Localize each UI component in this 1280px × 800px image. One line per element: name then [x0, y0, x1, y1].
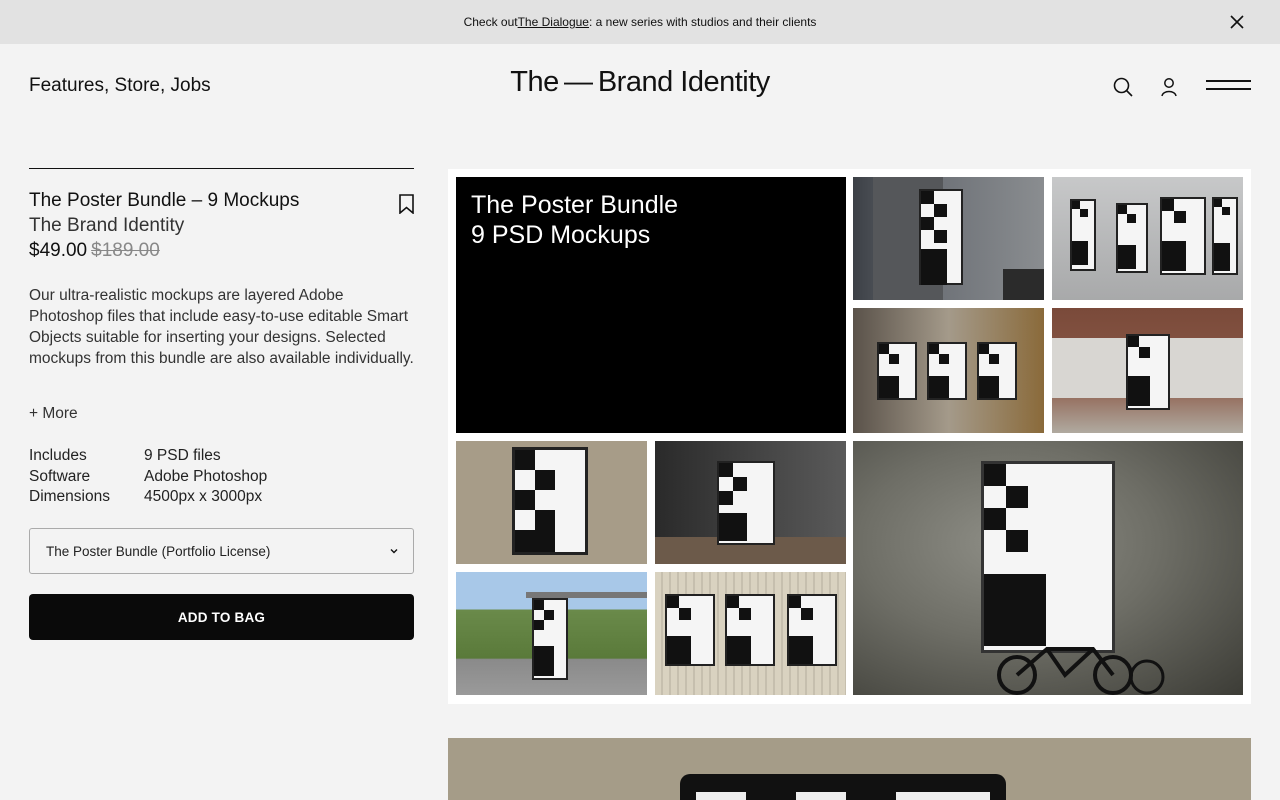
announcement-bar: Check out The Dialogue : a new series wi… [0, 0, 1280, 44]
hero-line-1: The Poster Bundle [471, 191, 679, 219]
mockup-featured-image[interactable] [853, 441, 1243, 695]
spec-row: Includes 9 PSD files [29, 446, 267, 467]
search-icon[interactable] [1112, 76, 1134, 98]
spec-row: Software Adobe Photoshop [29, 467, 267, 488]
spec-value: Adobe Photoshop [144, 467, 268, 485]
mockup-preview-image[interactable] [448, 738, 1251, 800]
spec-row: Dimensions 4500px x 3000px [29, 487, 267, 508]
site-logo[interactable]: The — Brand Identity [0, 66, 1280, 99]
original-price: $189.00 [91, 240, 160, 261]
more-toggle[interactable]: + More [29, 405, 78, 423]
mockup-thumbnail[interactable] [853, 308, 1044, 433]
user-icon[interactable] [1158, 76, 1180, 98]
mockup-thumbnail[interactable] [456, 441, 647, 564]
menu-icon[interactable] [1206, 80, 1251, 94]
mockup-thumbnail[interactable] [655, 572, 846, 695]
hero-line-2: 9 PSD Mockups [471, 221, 651, 249]
mockup-thumbnail[interactable] [1052, 308, 1243, 433]
bicycle-graphic [997, 647, 1165, 695]
license-select[interactable]: The Poster Bundle (Portfolio License) [29, 528, 414, 574]
announcement-prefix: Check out [463, 15, 518, 29]
mockup-thumbnail[interactable] [853, 177, 1044, 300]
product-brand[interactable]: The Brand Identity [29, 215, 184, 237]
add-to-bag-button[interactable]: ADD TO BAG [29, 594, 414, 640]
spec-key: Software [29, 467, 91, 485]
bookmark-icon[interactable] [398, 194, 415, 214]
spec-value: 4500px x 3000px [144, 488, 263, 505]
divider [29, 168, 414, 169]
announcement-suffix: : a new series with studios and their cl… [588, 15, 817, 29]
close-icon[interactable] [1228, 13, 1246, 31]
product-title: The Poster Bundle – 9 Mockups [29, 190, 300, 211]
spec-key: Dimensions [29, 488, 110, 505]
hero-image[interactable]: The Poster Bundle 9 PSD Mockups [456, 177, 846, 433]
product-gallery: The Poster Bundle 9 PSD Mockups [448, 169, 1251, 704]
product-specs: Includes 9 PSD files Software Adobe Photos… [29, 446, 267, 508]
site-header: Features, Store, Jobs The — Brand Identi… [0, 44, 1280, 128]
product-price: $49.00 $189.00 [29, 240, 160, 262]
spec-value: 9 PSD files [144, 447, 221, 464]
mockup-thumbnail[interactable] [1052, 177, 1243, 300]
hero-caption: The Poster Bundle 9 PSD Mockups [471, 190, 678, 250]
announcement-link[interactable]: The Dialogue [518, 15, 589, 29]
product-description: Our ultra-realistic mockups are layered … [29, 287, 414, 367]
mockup-thumbnail[interactable] [456, 572, 647, 695]
chevron-down-icon [390, 549, 398, 554]
current-price: $49.00 [29, 240, 88, 261]
license-selected-value: The Poster Bundle (Portfolio License) [46, 543, 271, 559]
spec-key: Includes [29, 447, 87, 464]
mockup-thumbnail[interactable] [655, 441, 846, 564]
